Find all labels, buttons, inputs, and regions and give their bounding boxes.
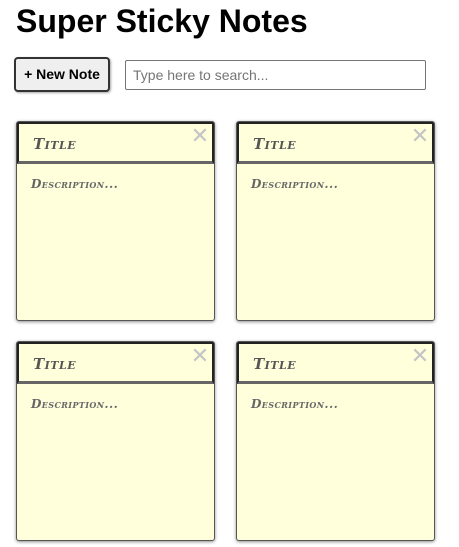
close-icon[interactable]: ✕ bbox=[190, 345, 210, 369]
search-input[interactable] bbox=[125, 60, 426, 90]
page-title: Super Sticky Notes bbox=[16, 3, 308, 39]
sticky-note: Title ✕ Description... bbox=[236, 121, 435, 321]
note-title[interactable]: Title bbox=[253, 135, 296, 153]
new-note-button[interactable]: + New Note bbox=[14, 57, 110, 92]
note-title[interactable]: Title bbox=[253, 355, 296, 373]
close-icon[interactable]: ✕ bbox=[410, 125, 430, 149]
sticky-note: Title ✕ Description... bbox=[16, 121, 215, 321]
note-title[interactable]: Title bbox=[33, 355, 76, 373]
sticky-note: Title ✕ Description... bbox=[236, 341, 435, 541]
note-title[interactable]: Title bbox=[33, 135, 76, 153]
note-description[interactable]: Description... bbox=[31, 396, 118, 412]
note-header: Title ✕ bbox=[237, 342, 434, 384]
note-description[interactable]: Description... bbox=[251, 396, 338, 412]
close-icon[interactable]: ✕ bbox=[410, 345, 430, 369]
note-description[interactable]: Description... bbox=[31, 176, 118, 192]
close-icon[interactable]: ✕ bbox=[190, 125, 210, 149]
sticky-note: Title ✕ Description... bbox=[16, 341, 215, 541]
note-header: Title ✕ bbox=[237, 122, 434, 164]
note-description[interactable]: Description... bbox=[251, 176, 338, 192]
note-header: Title ✕ bbox=[17, 342, 214, 384]
note-header: Title ✕ bbox=[17, 122, 214, 164]
